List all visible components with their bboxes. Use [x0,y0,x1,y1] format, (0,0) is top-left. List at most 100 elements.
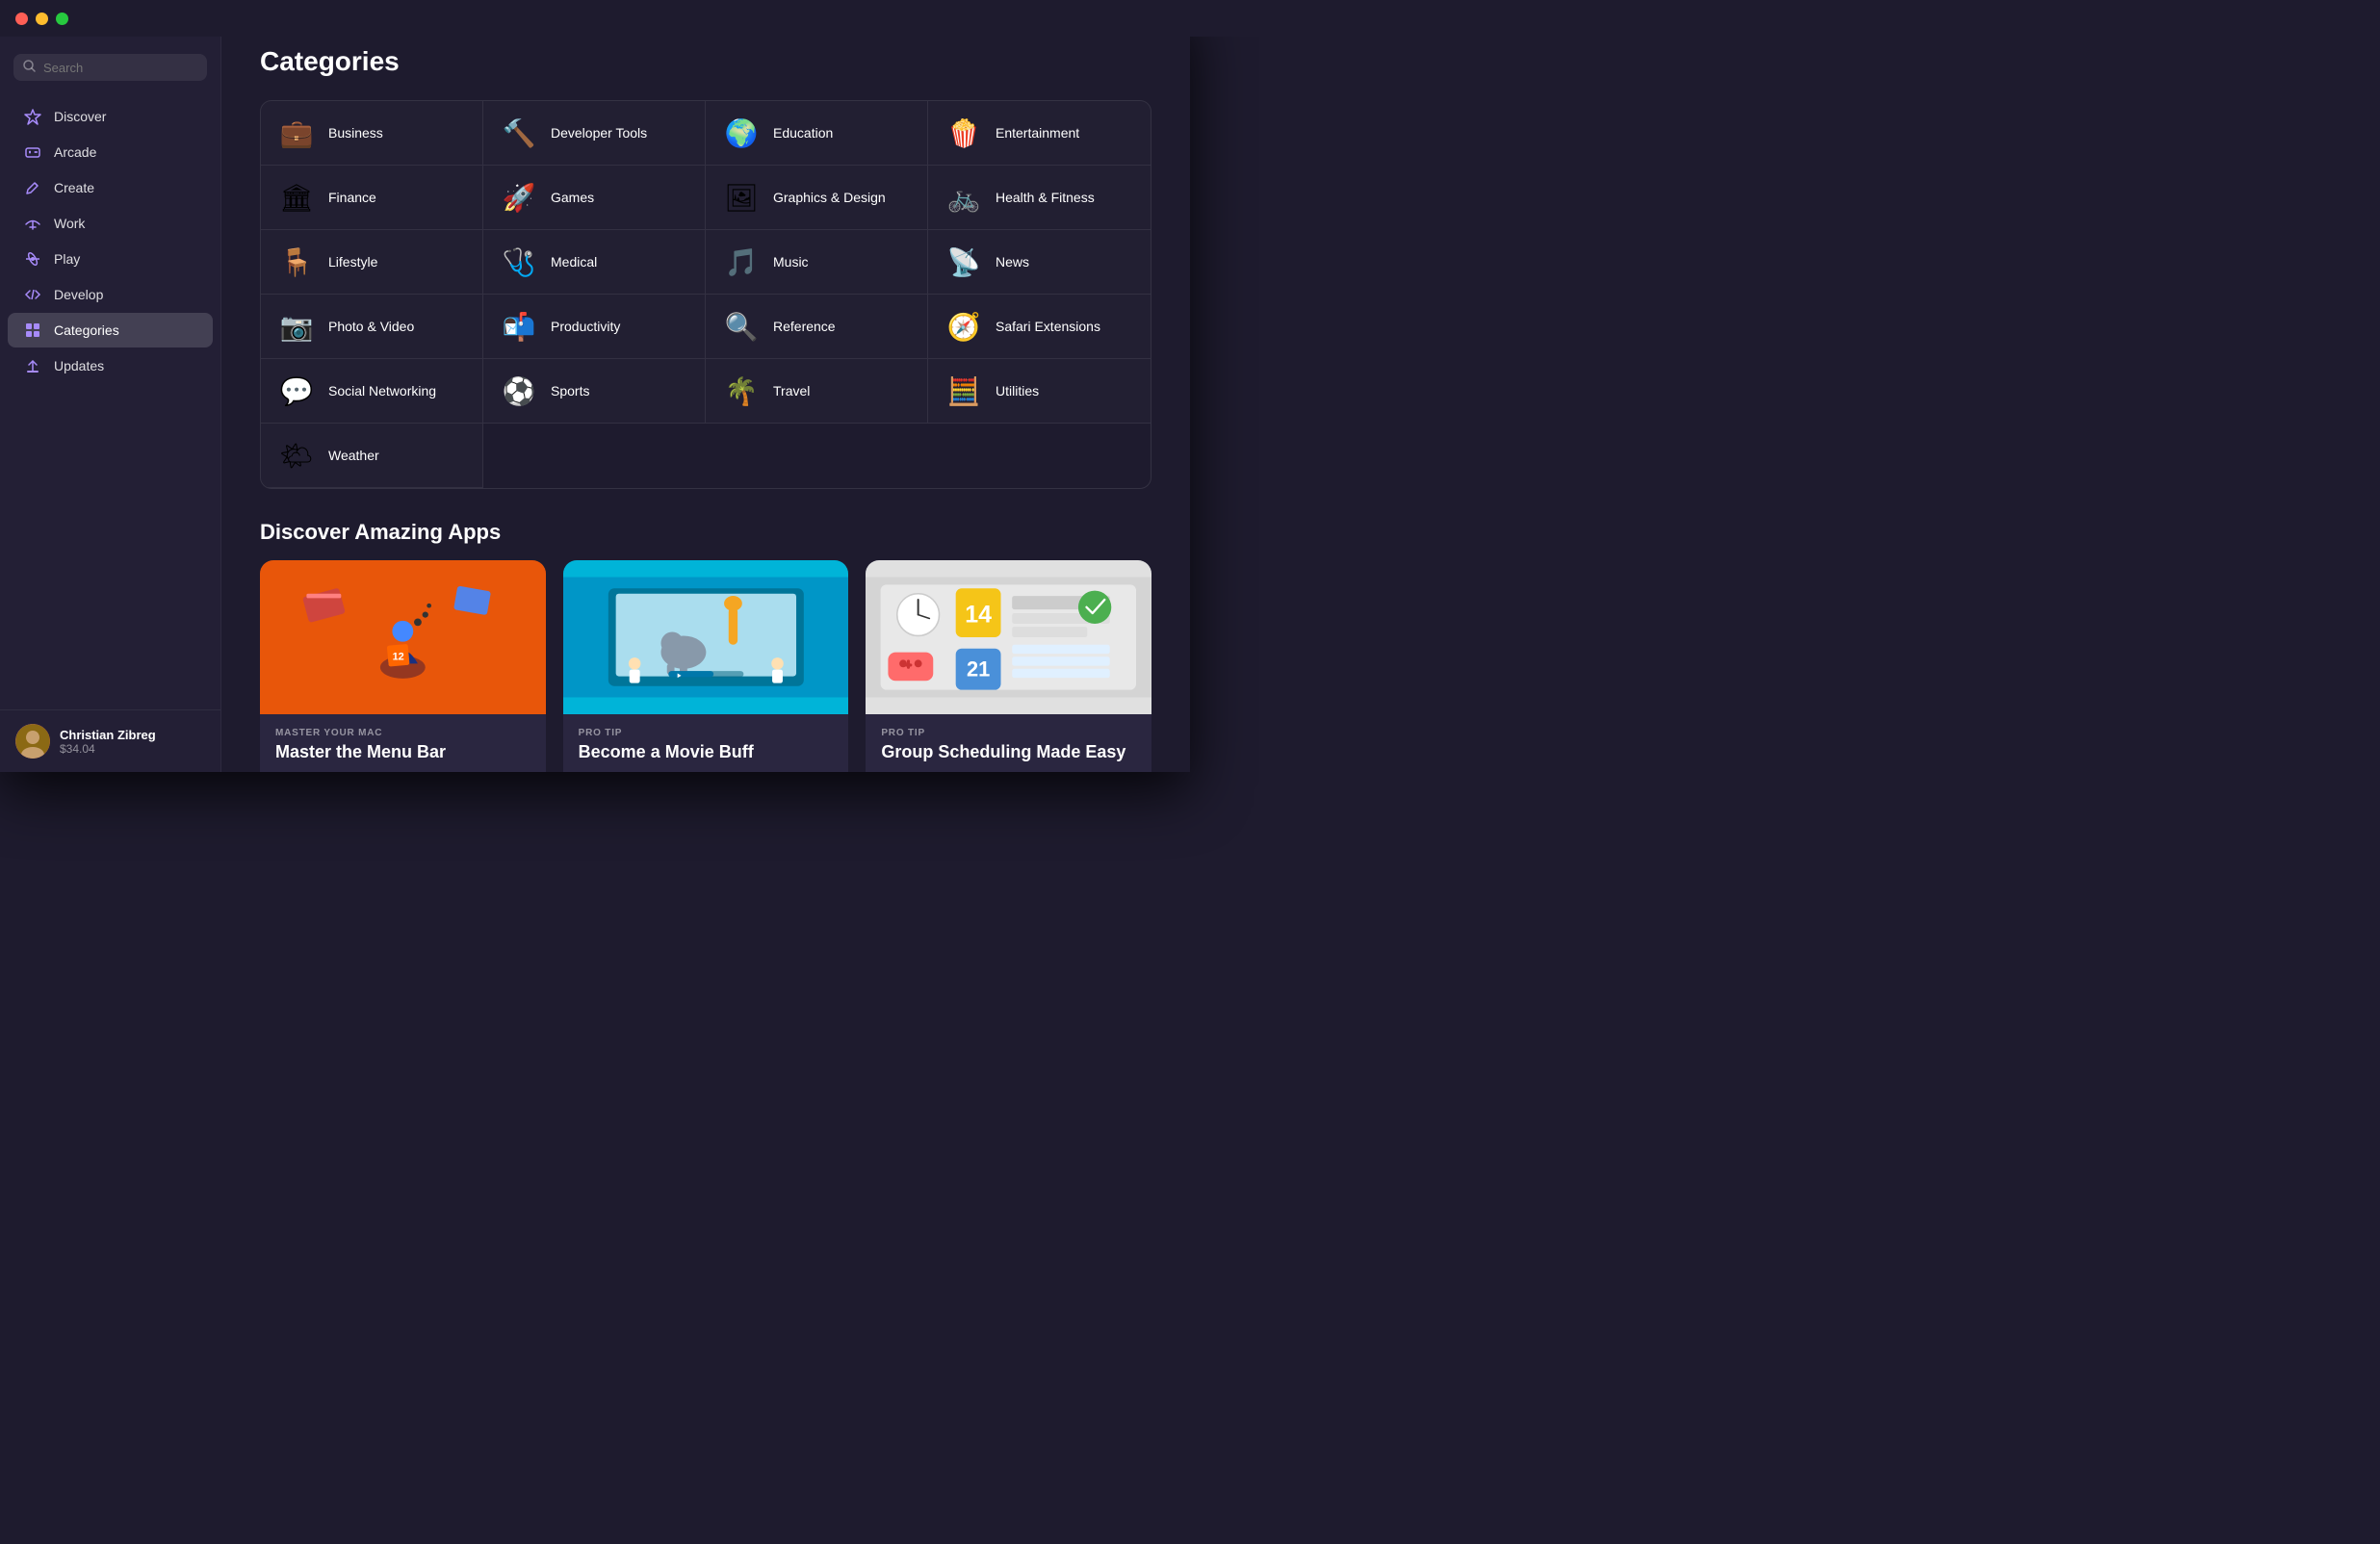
category-utilities[interactable]: 🧮 Utilities [928,359,1151,424]
category-graphics-design[interactable]: 🖼 Graphics & Design [706,166,928,230]
category-icon-education: 🌍 [723,115,760,151]
category-label-weather: Weather [328,448,379,463]
sidebar-item-label: Categories [54,322,119,338]
category-reference[interactable]: 🔍 Reference [706,295,928,359]
card-title-movie-buff: Become a Movie Buff [579,742,834,762]
category-photo-video[interactable]: 📷 Photo & Video [261,295,483,359]
search-input[interactable] [43,61,197,75]
discover-section-title: Discover Amazing Apps [260,520,1151,545]
category-games[interactable]: 🚀 Games [483,166,706,230]
category-news[interactable]: 📡 News [928,230,1151,295]
sidebar-item-label: Create [54,180,94,195]
category-label-sports: Sports [551,383,589,399]
category-medical[interactable]: 🩺 Medical [483,230,706,295]
category-icon-photo-video: 📷 [278,308,315,345]
discover-card-movie-buff[interactable]: PRO TIP Become a Movie Buff Turn on the … [563,560,849,772]
sidebar-item-categories[interactable]: Categories [8,313,213,347]
category-label-safari-extensions: Safari Extensions [996,319,1100,334]
discover-card-master-menu-bar[interactable]: 12 MASTER YOUR MAC Master the Menu Bar B… [260,560,546,772]
search-box[interactable] [13,54,207,81]
category-icon-travel: 🌴 [723,373,760,409]
card-title-master-menu-bar: Master the Menu Bar [275,742,530,762]
category-icon-reference: 🔍 [723,308,760,345]
category-icon-health-fitness: 🚲 [945,179,982,216]
category-finance[interactable]: 🏛 Finance [261,166,483,230]
category-label-travel: Travel [773,383,810,399]
sidebar-item-discover[interactable]: Discover [8,99,213,134]
category-social-networking[interactable]: 💬 Social Networking [261,359,483,424]
card-body-group-scheduling: PRO TIP Group Scheduling Made Easy Fanta… [866,714,1151,772]
category-icon-lifestyle: 🪑 [278,244,315,280]
category-icon-social-networking: 💬 [278,373,315,409]
sidebar-item-updates[interactable]: Updates [8,348,213,383]
sidebar-item-label: Play [54,251,80,267]
card-tag-group-scheduling: PRO TIP [881,728,1136,738]
close-button[interactable] [15,13,28,25]
card-title-group-scheduling: Group Scheduling Made Easy [881,742,1136,762]
sidebar-item-label: Develop [54,287,103,302]
category-travel[interactable]: 🌴 Travel [706,359,928,424]
sidebar: Discover Arcade Create Work Play Develop… [0,0,221,772]
user-info: Christian Zibreg $34.04 [60,728,156,756]
card-desc-master-menu-bar: Be more productive with these always-ava… [275,768,530,772]
sidebar-item-work[interactable]: Work [8,206,213,241]
sidebar-item-play[interactable]: Play [8,242,213,276]
category-music[interactable]: 🎵 Music [706,230,928,295]
category-icon-news: 📡 [945,244,982,280]
minimize-button[interactable] [36,13,48,25]
category-label-productivity: Productivity [551,319,620,334]
category-icon-safari-extensions: 🧭 [945,308,982,345]
sidebar-item-label: Updates [54,358,104,373]
category-label-entertainment: Entertainment [996,125,1079,141]
category-icon-business: 💼 [278,115,315,151]
sidebar-item-create[interactable]: Create [8,170,213,205]
category-entertainment[interactable]: 🍿 Entertainment [928,101,1151,166]
card-tag-master-menu-bar: MASTER YOUR MAC [275,728,530,738]
categories-grid: 💼 Business 🔨 Developer Tools 🌍 Education… [260,100,1151,489]
category-label-health-fitness: Health & Fitness [996,190,1095,205]
category-icon-games: 🚀 [501,179,537,216]
search-icon [23,60,36,75]
categories-icon [23,321,42,340]
sidebar-item-label: Work [54,216,85,231]
category-developer-tools[interactable]: 🔨 Developer Tools [483,101,706,166]
category-label-photo-video: Photo & Video [328,319,414,334]
category-label-music: Music [773,254,809,270]
user-balance: $34.04 [60,742,156,756]
category-productivity[interactable]: 📬 Productivity [483,295,706,359]
category-health-fitness[interactable]: 🚲 Health & Fitness [928,166,1151,230]
category-icon-productivity: 📬 [501,308,537,345]
play-icon [23,249,42,269]
user-name: Christian Zibreg [60,728,156,742]
category-label-lifestyle: Lifestyle [328,254,377,270]
category-label-games: Games [551,190,594,205]
sidebar-item-develop[interactable]: Develop [8,277,213,312]
category-label-graphics-design: Graphics & Design [773,190,886,205]
svg-text:12: 12 [393,651,404,662]
category-icon-medical: 🩺 [501,244,537,280]
card-body-master-menu-bar: MASTER YOUR MAC Master the Menu Bar Be m… [260,714,546,772]
develop-icon [23,285,42,304]
card-desc-movie-buff: Turn on the trivia with Prime Video's X-… [579,768,834,772]
updates-icon [23,356,42,375]
category-label-education: Education [773,125,833,141]
svg-text:21: 21 [967,657,990,682]
work-icon [23,214,42,233]
card-desc-group-scheduling: Fantastical's new features help you coor… [881,768,1136,772]
category-safari-extensions[interactable]: 🧭 Safari Extensions [928,295,1151,359]
category-icon-finance: 🏛 [278,179,315,216]
discover-card-group-scheduling[interactable]: 14 21 PRO TIP Group Scheduling Made Easy… [866,560,1151,772]
category-sports[interactable]: ⚽ Sports [483,359,706,424]
create-icon [23,178,42,197]
category-weather[interactable]: 🌤 Weather [261,424,483,488]
sidebar-item-arcade[interactable]: Arcade [8,135,213,169]
category-education[interactable]: 🌍 Education [706,101,928,166]
category-lifestyle[interactable]: 🪑 Lifestyle [261,230,483,295]
maximize-button[interactable] [56,13,68,25]
user-profile[interactable]: Christian Zibreg $34.04 [0,709,220,772]
category-label-medical: Medical [551,254,597,270]
discover-grid: 12 MASTER YOUR MAC Master the Menu Bar B… [260,560,1151,772]
main-content: Categories 💼 Business 🔨 Developer Tools … [221,0,1190,772]
category-icon-sports: ⚽ [501,373,537,409]
category-business[interactable]: 💼 Business [261,101,483,166]
